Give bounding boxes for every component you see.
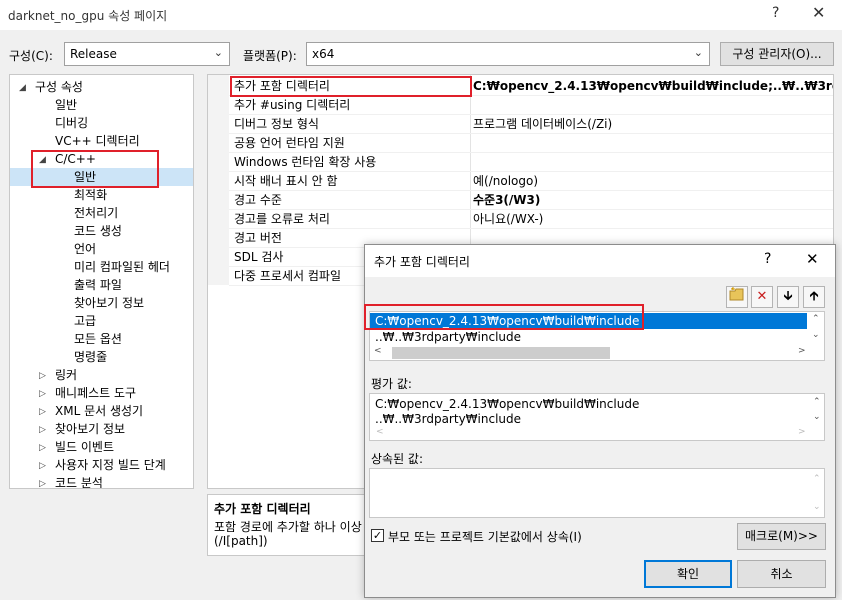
arrow-down-icon: 🡳 [783,289,793,304]
tree-item-general[interactable]: 일반 [55,96,77,114]
property-row[interactable]: 디버그 정보 형식 프로그램 데이터베이스(/Zi) [229,115,833,134]
property-row[interactable]: Windows 런타임 확장 사용 [229,153,833,172]
config-label: 구성(C): [9,49,53,63]
list-item[interactable]: ..₩..₩3rdparty₩include [375,330,521,345]
scroll-down-icon[interactable]: ⌄ [812,330,820,340]
property-row[interactable]: 경고 수준 수준3(/W3) [229,191,833,210]
scroll-up-icon[interactable]: ⌃ [813,397,821,407]
scroll-down-icon[interactable]: ⌄ [813,412,821,422]
tree-item-manifest-tool[interactable]: 매니페스트 도구 [55,384,136,402]
collapse-arrow-icon[interactable]: ▷ [39,461,46,471]
tree-item-preprocessor[interactable]: 전처리기 [74,204,118,222]
property-row[interactable]: 추가 포함 디렉터리 C:₩opencv_2.4.13₩opencv₩build… [229,77,833,96]
inherit-checkbox-label: 부모 또는 프로젝트 기본값에서 상속(I) [388,530,582,544]
property-tree: ◢ 구성 속성 일반 디버깅 VC++ 디렉터리 ◢ C/C++ 일반 최적화 … [9,74,194,489]
tree-item-build-events[interactable]: 빌드 이벤트 [55,438,114,456]
cancel-button[interactable]: 취소 [737,560,826,588]
tree-item-output-files[interactable]: 출력 파일 [74,276,122,294]
directory-list[interactable]: C:₩opencv_2.4.13₩opencv₩build₩include ..… [369,311,825,361]
platform-value: x64 [312,47,335,61]
inherit-checkbox[interactable]: ✓ [371,529,384,542]
include-dirs-dialog: 추가 포함 디렉터리 ? ✕ ✕ 🡳 🡱 C:₩opencv_2.4.13₩op… [364,244,836,598]
tree-item-all-options[interactable]: 모든 옵션 [74,330,122,348]
help-icon[interactable]: ? [764,251,771,267]
list-item: C:₩opencv_2.4.13₩opencv₩build₩include [375,397,640,411]
property-row[interactable]: 추가 #using 디렉터리 [229,96,833,115]
tree-item-browse-info[interactable]: 찾아보기 정보 [74,294,144,312]
collapse-arrow-icon[interactable]: ▷ [39,407,46,417]
chevron-down-icon: ⌄ [693,46,703,59]
scroll-right-icon[interactable]: > [798,427,806,437]
inherited-list: ⌃ ⌄ [369,468,825,518]
tree-item-xml-doc[interactable]: XML 문서 생성기 [55,402,143,420]
tree-item-custom-build[interactable]: 사용자 지정 빌드 단계 [55,456,166,474]
chevron-down-icon: ⌄ [213,46,223,59]
scroll-right-icon[interactable]: > [798,346,806,356]
platform-select[interactable]: x64 ⌄ [306,42,710,66]
property-row[interactable]: 시작 배너 표시 안 함 예(/nologo) [229,172,833,191]
checkmark-icon: ✓ [372,529,383,542]
tree-item-precompiled-headers[interactable]: 미리 컴파일된 헤더 [74,258,170,276]
delete-icon: ✕ [756,289,768,304]
arrow-up-icon: 🡱 [809,289,819,304]
scroll-up-icon[interactable]: ⌃ [813,474,821,484]
property-row[interactable]: 공용 언어 런타임 지원 [229,134,833,153]
tree-selection-highlight [10,168,193,186]
help-icon[interactable]: ? [772,5,779,21]
tree-item-cpp[interactable]: C/C++ [55,150,96,168]
folder-new-icon [729,287,744,301]
description-pane: 추가 포함 디렉터리 포함 경로에 추가할 하나 이상 (/I[path]) [207,494,377,556]
scroll-up-icon[interactable]: ⌃ [812,314,820,324]
collapse-arrow-icon[interactable]: ▷ [39,443,46,453]
description-text: 포함 경로에 추가할 하나 이상 [214,520,362,534]
description-title: 추가 포함 디렉터리 [214,502,311,516]
platform-label: 플랫폼(P): [243,49,297,63]
window-titlebar: darknet_no_gpu 속성 페이지 ? ✕ [0,0,842,30]
close-icon[interactable]: ✕ [812,3,825,22]
dialog-title: 추가 포함 디렉터리 [374,255,470,269]
window-title: darknet_no_gpu 속성 페이지 [8,9,168,23]
config-value: Release [70,47,117,61]
collapse-arrow-icon[interactable]: ▷ [39,389,46,399]
tree-item-code-generation[interactable]: 코드 생성 [74,222,122,240]
ok-button[interactable]: 확인 [644,560,732,588]
tree-item-optimization[interactable]: 최적화 [74,186,107,204]
dialog-titlebar: 추가 포함 디렉터리 ? ✕ [365,245,835,277]
move-up-button[interactable]: 🡱 [803,286,825,308]
collapse-arrow-icon[interactable]: ▷ [39,371,46,381]
tree-item-debugging[interactable]: 디버깅 [55,114,88,132]
description-switch: (/I[path]) [214,534,268,548]
config-select[interactable]: Release ⌄ [64,42,230,66]
expand-arrow-icon[interactable]: ◢ [19,83,26,93]
tree-item-linker[interactable]: 링커 [55,366,77,384]
tree-item-cpp-general[interactable]: 일반 [74,168,96,186]
tree-item-code-analysis[interactable]: 코드 분석 [55,474,103,488]
evaluated-label: 평가 값: [371,377,412,391]
new-line-button[interactable] [726,286,748,308]
config-manager-button[interactable]: 구성 관리자(O)... [720,42,834,66]
collapse-arrow-icon[interactable]: ▷ [39,425,46,435]
scroll-left-icon[interactable]: < [374,346,382,356]
list-item: ..₩..₩3rdparty₩include [375,412,522,426]
macro-button[interactable]: 매크로(M)>> [737,523,826,550]
tree-item-advanced[interactable]: 고급 [74,312,96,330]
tree-item-language[interactable]: 언어 [74,240,96,258]
collapse-arrow-icon[interactable]: ▷ [39,479,46,488]
expand-arrow-icon[interactable]: ◢ [39,155,46,165]
scroll-left-icon[interactable]: < [376,427,384,437]
hscroll-thumb[interactable] [392,347,610,359]
close-icon[interactable]: ✕ [806,250,819,268]
tree-item-browse-info-2[interactable]: 찾아보기 정보 [55,420,125,438]
move-down-button[interactable]: 🡳 [777,286,799,308]
tree-item-vcpp-dirs[interactable]: VC++ 디렉터리 [55,132,140,150]
evaluated-list: C:₩opencv_2.4.13₩opencv₩build₩include ..… [369,393,825,441]
tree-item-config-props[interactable]: 구성 속성 [35,78,83,96]
inherited-label: 상속된 값: [371,452,424,466]
grid-gutter [208,75,229,285]
delete-button[interactable]: ✕ [751,286,773,308]
scroll-down-icon[interactable]: ⌄ [813,502,821,512]
tree-item-command-line[interactable]: 명령줄 [74,348,107,366]
list-item[interactable]: C:₩opencv_2.4.13₩opencv₩build₩include [375,314,639,329]
property-row[interactable]: 경고를 오류로 처리 아니요(/WX-) [229,210,833,229]
